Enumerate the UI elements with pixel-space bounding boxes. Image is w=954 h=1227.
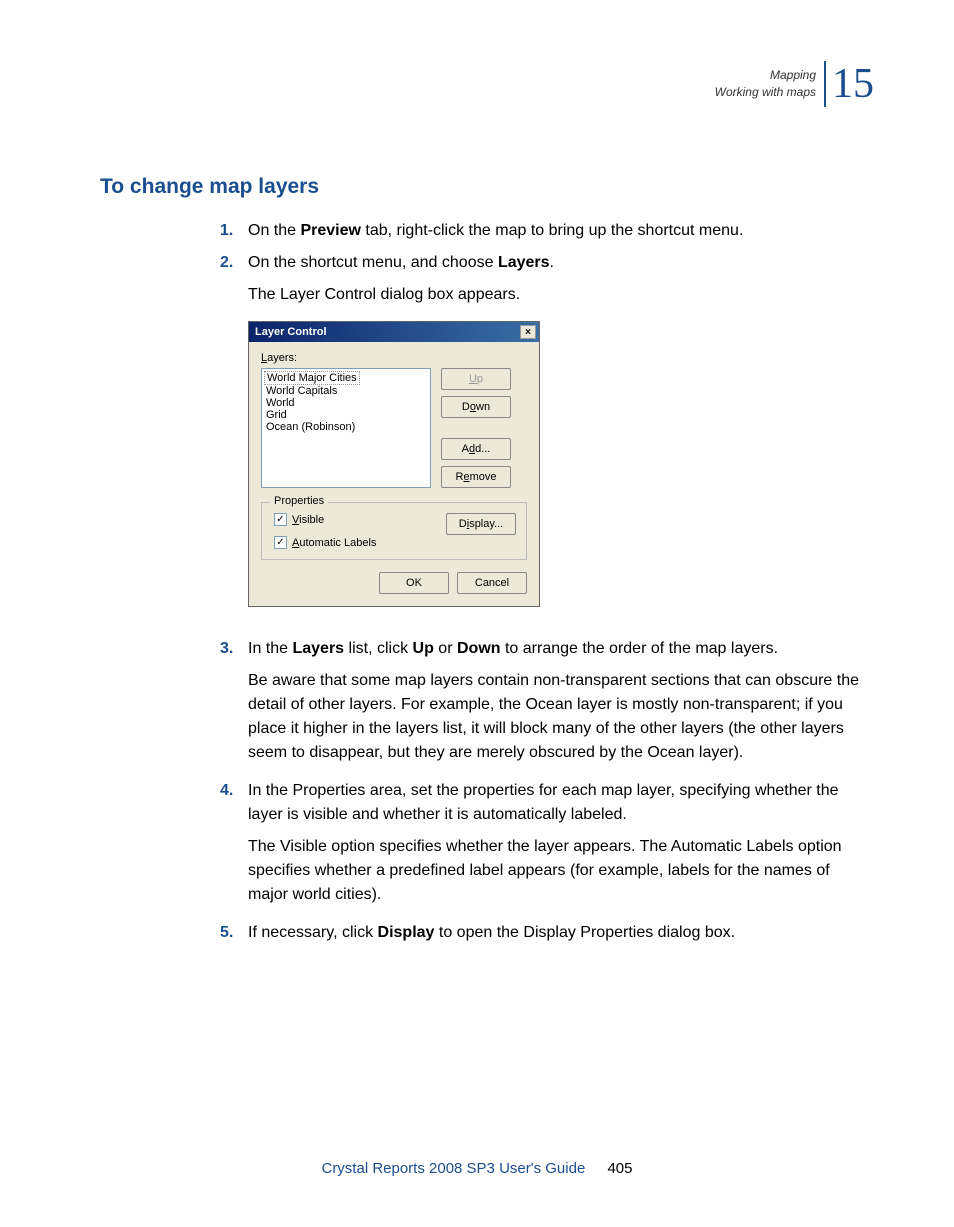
autolabels-label: Automatic Labels <box>292 537 376 549</box>
layers-buttons-column: Up Down Add... Remove <box>441 368 511 488</box>
step-text: In the Layers list, click Up or Down to … <box>248 637 874 661</box>
layers-listbox[interactable]: World Major Cities World Capitals World … <box>261 368 431 488</box>
properties-group: Properties ✓ Visible ✓ Automatic Labels … <box>261 502 527 560</box>
step-4-paragraph: The Visible option specifies whether the… <box>248 835 874 907</box>
header-line1: Mapping <box>715 67 816 84</box>
page-header: Mapping Working with maps 15 <box>715 60 874 108</box>
step-number: 2. <box>220 251 244 275</box>
cancel-button[interactable]: Cancel <box>457 572 527 594</box>
step-number: 1. <box>220 219 244 243</box>
visible-checkbox[interactable]: ✓ <box>274 513 287 526</box>
step-3-paragraph: Be aware that some map layers contain no… <box>248 669 874 765</box>
dialog-body: Layers: World Major Cities World Capital… <box>249 342 539 606</box>
step-4: 4. In the Properties area, set the prope… <box>220 779 874 827</box>
step-number: 4. <box>220 779 244 827</box>
list-item[interactable]: World <box>264 397 428 409</box>
dialog-title: Layer Control <box>255 326 327 338</box>
autolabels-checkbox-row: ✓ Automatic Labels <box>274 536 376 549</box>
step-number: 5. <box>220 921 244 945</box>
list-item[interactable]: Ocean (Robinson) <box>264 421 428 433</box>
down-button[interactable]: Down <box>441 396 511 418</box>
visible-checkbox-row: ✓ Visible <box>274 513 376 526</box>
step-3: 3. In the Layers list, click Up or Down … <box>220 637 874 661</box>
check-icon: ✓ <box>276 515 284 525</box>
add-button[interactable]: Add... <box>441 438 511 460</box>
layers-label: Layers: <box>261 352 527 364</box>
step-text: On the shortcut menu, and choose Layers. <box>248 251 874 275</box>
list-item[interactable]: World Major Cities <box>264 371 360 385</box>
up-button[interactable]: Up <box>441 368 511 390</box>
content-body: 1. On the Preview tab, right-click the m… <box>220 219 874 945</box>
visible-label: Visible <box>292 514 324 526</box>
ok-button[interactable]: OK <box>379 572 449 594</box>
list-item[interactable]: World Capitals <box>264 385 428 397</box>
remove-button[interactable]: Remove <box>441 466 511 488</box>
header-text: Mapping Working with maps <box>715 67 816 101</box>
check-icon: ✓ <box>276 538 284 548</box>
step-2: 2. On the shortcut menu, and choose Laye… <box>220 251 874 275</box>
footer-page: 405 <box>607 1160 632 1177</box>
page-footer: Crystal Reports 2008 SP3 User's Guide 40… <box>0 1160 954 1177</box>
step-text: In the Properties area, set the properti… <box>248 779 874 827</box>
autolabels-checkbox[interactable]: ✓ <box>274 536 287 549</box>
chapter-number: 15 <box>832 60 874 108</box>
step-5: 5. If necessary, click Display to open t… <box>220 921 874 945</box>
header-divider <box>824 61 826 107</box>
display-button[interactable]: Display... <box>446 513 516 535</box>
list-item[interactable]: Grid <box>264 409 428 421</box>
close-icon: × <box>525 327 531 338</box>
section-title: To change map layers <box>100 175 874 199</box>
step-text: If necessary, click Display to open the … <box>248 921 874 945</box>
step-number: 3. <box>220 637 244 661</box>
close-button[interactable]: × <box>520 325 536 339</box>
header-line2: Working with maps <box>715 84 816 101</box>
footer-guide: Crystal Reports 2008 SP3 User's Guide <box>321 1160 585 1177</box>
step-2-paragraph: The Layer Control dialog box appears. <box>248 283 874 307</box>
dialog-footer: OK Cancel <box>261 572 527 594</box>
step-text: On the Preview tab, right-click the map … <box>248 219 874 243</box>
dialog-titlebar: Layer Control × <box>249 322 539 342</box>
layer-control-dialog: Layer Control × Layers: World Major Citi… <box>248 321 540 607</box>
step-1: 1. On the Preview tab, right-click the m… <box>220 219 874 243</box>
properties-legend: Properties <box>270 495 328 507</box>
